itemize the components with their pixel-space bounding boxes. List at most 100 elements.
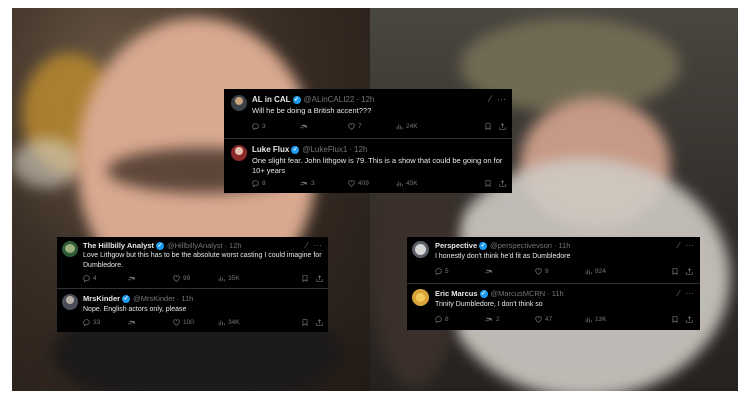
avatar[interactable] xyxy=(62,241,78,257)
tweet[interactable]: The Hillbilly Analyst ✓ @HillbillyAnalys… xyxy=(57,237,328,289)
views-count: 13K xyxy=(595,316,607,323)
like-button[interactable]: 47 xyxy=(535,316,585,323)
views-button[interactable]: 34K xyxy=(218,319,266,326)
views-button[interactable]: 35K xyxy=(218,275,266,282)
right-background-photo xyxy=(370,8,738,391)
tweet[interactable]: Eric Marcus ✓ @MarcusMCRN · 11h ⁄ ··· Tr… xyxy=(407,284,700,330)
reply-icon xyxy=(252,180,259,187)
reply-count: 8 xyxy=(262,180,266,187)
like-button[interactable]: 100 xyxy=(173,319,218,326)
author-handle[interactable]: @perspectivevson xyxy=(490,241,552,250)
views-count: 35K xyxy=(228,275,240,282)
reply-button[interactable]: 8 xyxy=(435,316,485,323)
avatar[interactable] xyxy=(231,145,247,161)
repost-count: 2 xyxy=(496,316,500,323)
reply-button[interactable]: 4 xyxy=(83,275,128,282)
tweet[interactable]: AL in CAL ✓ @ALinCALI22 · 12h ⁄ ··· Will… xyxy=(224,89,512,139)
grok-icon[interactable]: ⁄ xyxy=(678,240,679,250)
reply-button[interactable]: 5 xyxy=(435,268,485,275)
like-icon xyxy=(348,180,355,187)
repost-button[interactable] xyxy=(128,319,173,326)
separator-dot: · xyxy=(224,241,228,250)
repost-button[interactable]: 2 xyxy=(485,316,535,323)
more-icon[interactable]: ··· xyxy=(314,240,323,250)
tweet[interactable]: Perspective ✓ @perspectivevson · 11h ⁄ ·… xyxy=(407,237,700,284)
grok-icon[interactable]: ⁄ xyxy=(306,240,307,250)
share-icon[interactable] xyxy=(499,123,506,130)
tweet[interactable]: MrsKinder ✓ @MrsKinder · 11h Nope. Engli… xyxy=(57,289,328,332)
like-button[interactable]: 409 xyxy=(348,180,396,187)
reply-count: 4 xyxy=(93,275,97,282)
reply-button[interactable]: 33 xyxy=(83,319,128,326)
share-icon[interactable] xyxy=(499,180,506,187)
views-button[interactable]: 45K xyxy=(396,180,448,187)
repost-button[interactable]: 3 xyxy=(300,180,348,187)
timestamp[interactable]: 12h xyxy=(354,145,367,154)
like-button[interactable]: 9 xyxy=(535,268,585,275)
bookmark-icon[interactable] xyxy=(672,316,678,323)
like-button[interactable]: 99 xyxy=(173,275,218,282)
more-icon[interactable]: ··· xyxy=(497,94,506,104)
share-icon[interactable] xyxy=(686,316,693,323)
avatar[interactable] xyxy=(412,241,429,258)
grok-icon[interactable]: ⁄ xyxy=(489,94,491,104)
separator-dot: · xyxy=(553,241,557,250)
avatar[interactable] xyxy=(62,294,78,310)
share-icon[interactable] xyxy=(316,275,323,282)
repost-count: 3 xyxy=(311,180,315,187)
views-button[interactable]: 924 xyxy=(585,268,637,275)
repost-button[interactable] xyxy=(300,123,348,130)
more-icon[interactable]: ··· xyxy=(686,240,695,250)
tweet-card-right: Perspective ✓ @perspectivevson · 11h ⁄ ·… xyxy=(407,237,700,330)
bookmark-icon[interactable] xyxy=(302,275,308,282)
author-name[interactable]: MrsKinder xyxy=(83,294,120,303)
tweet[interactable]: Luke Flux ✓ @LukeFlux1 · 12h One slight … xyxy=(224,139,512,193)
author-handle[interactable]: @HillbillyAnalyst xyxy=(167,241,223,250)
tweet-text: Love Lithgow but this has to be the abso… xyxy=(83,252,322,269)
like-button[interactable]: 7 xyxy=(348,123,396,130)
views-button[interactable]: 13K xyxy=(585,316,637,323)
tweet-text: Nope. English actors only, please xyxy=(83,306,187,313)
avatar[interactable] xyxy=(412,289,429,306)
reply-button[interactable]: 8 xyxy=(252,180,300,187)
bookmark-icon[interactable] xyxy=(302,319,308,326)
author-handle[interactable]: @ALinCALI22 xyxy=(304,95,355,104)
avatar[interactable] xyxy=(231,95,247,111)
timestamp[interactable]: 11h xyxy=(558,241,570,250)
tweet-card-left: The Hillbilly Analyst ✓ @HillbillyAnalys… xyxy=(57,237,328,332)
author-handle[interactable]: @MrsKinder xyxy=(133,294,175,303)
author-name[interactable]: Luke Flux xyxy=(252,145,289,154)
timestamp[interactable]: 12h xyxy=(361,95,374,104)
views-icon xyxy=(218,320,225,326)
like-count: 99 xyxy=(183,275,191,282)
timestamp[interactable]: 11h xyxy=(552,289,564,298)
timestamp[interactable]: 11h xyxy=(181,294,193,303)
like-count: 100 xyxy=(183,319,194,326)
repost-icon xyxy=(128,276,135,281)
author-name[interactable]: The Hillbilly Analyst xyxy=(83,241,154,250)
author-handle[interactable]: @LukeFlux1 xyxy=(302,145,347,154)
more-icon[interactable]: ··· xyxy=(686,288,695,298)
bookmark-icon[interactable] xyxy=(672,268,678,275)
views-count: 924 xyxy=(595,268,606,275)
bookmark-icon[interactable] xyxy=(485,123,491,130)
bookmark-icon[interactable] xyxy=(485,180,491,187)
reply-button[interactable]: 3 xyxy=(252,123,300,130)
grok-icon[interactable]: ⁄ xyxy=(678,288,679,298)
author-name[interactable]: Perspective xyxy=(435,241,477,250)
share-icon[interactable] xyxy=(686,268,693,275)
repost-button[interactable] xyxy=(128,275,173,282)
views-icon xyxy=(585,317,592,323)
share-icon[interactable] xyxy=(316,319,323,326)
verified-badge-icon: ✓ xyxy=(292,95,301,104)
reply-count: 33 xyxy=(93,319,101,326)
author-name[interactable]: Eric Marcus xyxy=(435,289,478,298)
author-handle[interactable]: @MarcusMCRN xyxy=(491,289,546,298)
composite-image: AL in CAL ✓ @ALinCALI22 · 12h ⁄ ··· Will… xyxy=(0,0,750,400)
repost-icon xyxy=(128,320,135,325)
author-name[interactable]: AL in CAL xyxy=(252,95,291,104)
timestamp[interactable]: 12h xyxy=(229,241,242,250)
repost-button[interactable] xyxy=(485,268,535,275)
views-button[interactable]: 24K xyxy=(396,123,448,130)
separator-dot: · xyxy=(176,294,180,303)
